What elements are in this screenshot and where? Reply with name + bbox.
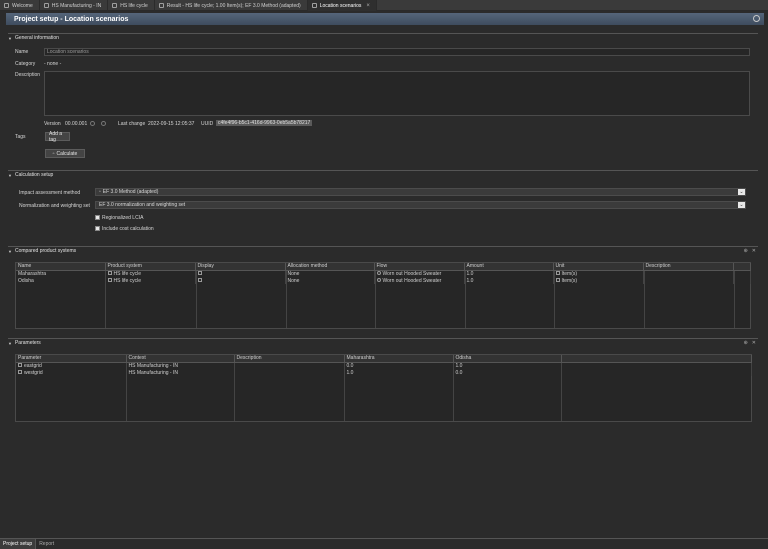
product-system-icon	[112, 3, 118, 8]
tab-hs-life-cycle[interactable]: HS life cycle	[108, 0, 155, 11]
tab-report[interactable]: Report	[36, 539, 57, 549]
col-amount[interactable]: Amount	[464, 263, 554, 271]
add-tag-button[interactable]: Add a tag	[45, 131, 70, 143]
compared-header[interactable]: ▼ Compared product systems	[8, 247, 758, 255]
compared-table: Name Product system Display Allocation m…	[16, 263, 751, 284]
parameters-table: Parameter Context Description Maharashtr…	[16, 355, 752, 376]
col-extra	[733, 263, 751, 271]
add-icon[interactable]: ⊕	[744, 340, 748, 346]
process-icon	[43, 3, 49, 8]
col-context[interactable]: Context	[126, 355, 235, 363]
row-name[interactable]: Odisha	[16, 277, 106, 284]
page-title: Project setup - Location scenarios	[14, 15, 129, 23]
col-description[interactable]: Description	[643, 263, 734, 271]
regionalized-checkbox[interactable]	[95, 215, 100, 220]
calculation-setup-header[interactable]: ▼ Calculation setup	[8, 171, 758, 179]
bottom-tab-bar: Project setup Report	[0, 538, 768, 549]
collapse-arrow-icon: ▼	[8, 35, 12, 41]
tags-label: Tags	[15, 134, 26, 140]
table-row[interactable]: eastgrid HS Manufacturing - IN 0.0 1.0	[16, 362, 752, 369]
method-icon: ▫	[99, 189, 101, 195]
col-allocation[interactable]: Allocation method	[285, 263, 375, 271]
table-row[interactable]: Maharashtra HS life cycle None Worn out …	[16, 270, 751, 277]
flow-icon	[376, 271, 381, 276]
uuid-label: UUID	[201, 121, 214, 127]
unit-icon	[555, 271, 560, 276]
collapse-arrow-icon: ▼	[8, 248, 12, 254]
unit-icon	[555, 278, 560, 283]
row-name[interactable]: Maharashtra	[16, 270, 106, 277]
table-row[interactable]: westgrid HS Manufacturing - IN 1.0 0.0	[16, 369, 752, 376]
help-icon[interactable]	[753, 15, 760, 22]
description-label: Description	[15, 72, 41, 78]
project-icon	[311, 3, 317, 8]
result-icon	[158, 3, 164, 8]
tab-welcome[interactable]: Welcome	[0, 0, 40, 11]
category-label: Category	[15, 61, 36, 67]
method-label: Impact assessment method	[19, 190, 81, 196]
name-label: Name	[15, 49, 29, 55]
regionalized-label: Regionalized LCIA	[102, 215, 144, 221]
col-extra	[561, 355, 752, 363]
table-row[interactable]: Odisha HS life cycle None Worn out Hoode…	[16, 277, 751, 284]
tab-hs-manufacturing[interactable]: HS Manufacturing - IN	[40, 0, 109, 11]
last-change-value: 2022-09-15 12:05:37	[148, 121, 195, 127]
tab-result[interactable]: Result - HS life cycle; 1.00 Item(s); EF…	[155, 0, 308, 11]
col-maharashtra[interactable]: Maharashtra	[344, 355, 454, 363]
chevron-down-icon: ⌄	[738, 202, 745, 208]
col-product-system[interactable]: Product system	[105, 263, 196, 271]
col-parameter[interactable]: Parameter	[16, 355, 127, 363]
parameter-icon	[18, 370, 22, 375]
version-label: Version	[44, 121, 61, 127]
flow-icon	[376, 278, 381, 283]
description-textarea[interactable]	[44, 71, 750, 116]
col-flow[interactable]: Flow	[374, 263, 465, 271]
editor-tab-bar: Welcome HS Manufacturing - IN HS life cy…	[0, 0, 768, 11]
col-description[interactable]: Description	[234, 355, 345, 363]
general-information-header[interactable]: ▼ General information	[8, 34, 758, 42]
cost-label: Include cost calculation	[102, 226, 154, 232]
remove-icon[interactable]: ✕	[752, 340, 756, 346]
method-select[interactable]: ▫ EF 3.0 Method (adapted) ⌄	[95, 188, 746, 196]
chevron-down-icon: ⌄	[738, 189, 745, 195]
welcome-icon	[4, 3, 9, 8]
display-checkbox[interactable]	[197, 278, 202, 283]
last-change-label: Last change	[118, 121, 146, 127]
add-icon[interactable]: ⊕	[744, 248, 748, 254]
calculate-button[interactable]: ▫ Calculate	[45, 149, 85, 158]
col-odisha[interactable]: Odisha	[453, 355, 562, 363]
remove-icon[interactable]: ✕	[752, 248, 756, 254]
col-unit[interactable]: Unit	[553, 263, 644, 271]
col-display[interactable]: Display	[195, 263, 286, 271]
version-up-icon[interactable]	[90, 121, 95, 126]
close-icon[interactable]: ×	[366, 3, 370, 9]
normalization-select[interactable]: EF 3.0 normalization and weighting set ⌄	[95, 201, 746, 209]
collapse-arrow-icon: ▼	[8, 340, 12, 346]
tab-project-setup[interactable]: Project setup	[0, 539, 37, 549]
parameter-icon	[18, 363, 22, 368]
display-checkbox[interactable]	[197, 271, 202, 276]
version-down-icon[interactable]	[101, 121, 106, 126]
calculate-icon: ▫	[52, 150, 55, 157]
name-field[interactable]: Location scenarios	[44, 48, 750, 56]
product-system-icon	[107, 278, 112, 283]
tab-location-scenarios[interactable]: Location scenarios ×	[307, 0, 377, 11]
category-value[interactable]: - none -	[44, 61, 61, 67]
page-title-bar: Project setup - Location scenarios	[6, 13, 764, 25]
normalization-label: Normalization and weighting set	[19, 203, 90, 209]
version-value: 00.00.001	[65, 121, 88, 127]
product-system-icon	[107, 271, 112, 276]
cost-checkbox[interactable]	[95, 226, 100, 231]
parameters-header[interactable]: ▼ Parameters	[8, 339, 758, 347]
col-name[interactable]: Name	[16, 263, 106, 271]
uuid-value: c4fe4f96-b5c1-416d-9963-0eb5a5b78217	[216, 120, 313, 126]
collapse-arrow-icon: ▼	[8, 172, 12, 178]
